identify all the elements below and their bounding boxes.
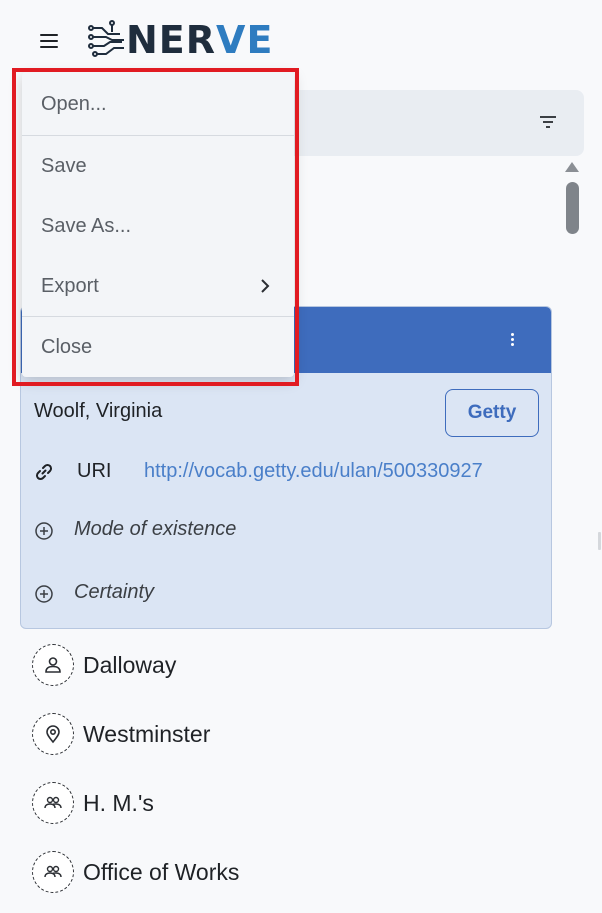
logo-text-prefix: NER [126,18,217,62]
getty-source-button[interactable]: Getty [445,389,539,437]
uri-label: URI [77,460,112,482]
more-options-icon[interactable] [511,333,515,347]
link-icon [35,463,53,481]
entity-list-item-hms[interactable]: H. M.'s [32,781,154,825]
entity-list-item-office-of-works[interactable]: Office of Works [32,850,239,894]
filter-icon[interactable] [540,116,556,128]
scrollbar-thumb[interactable] [566,182,579,234]
scroll-up-arrow-icon[interactable] [565,162,579,172]
scrollbar-track-marker [598,532,601,550]
annotation-highlight-box [12,68,299,386]
certainty-label[interactable]: Certainty [74,581,154,604]
location-pin-icon [32,713,74,755]
group-icon [32,782,74,824]
add-circle-icon[interactable] [34,584,54,604]
mode-of-existence-label[interactable]: Mode of existence [74,518,236,541]
person-icon [32,644,74,686]
entity-label: Office of Works [83,858,240,885]
entity-list-item-westminster[interactable]: Westminster [32,712,210,756]
add-circle-icon[interactable] [34,521,54,541]
entity-list-item-dalloway[interactable]: Dalloway [32,643,176,687]
entity-label: Westminster [83,720,211,747]
nerve-logo: NERVE [88,18,273,62]
uri-link[interactable]: http://vocab.getty.edu/ulan/500330927 [144,460,483,483]
logo-text-suffix: VE [216,18,274,62]
entity-label: Dalloway [83,651,177,678]
circuit-logo-icon [88,20,124,57]
entity-name: Woolf, Virginia [34,400,163,422]
hamburger-menu-icon[interactable] [40,34,58,48]
group-icon [32,851,74,893]
entity-label: H. M.'s [83,789,154,816]
